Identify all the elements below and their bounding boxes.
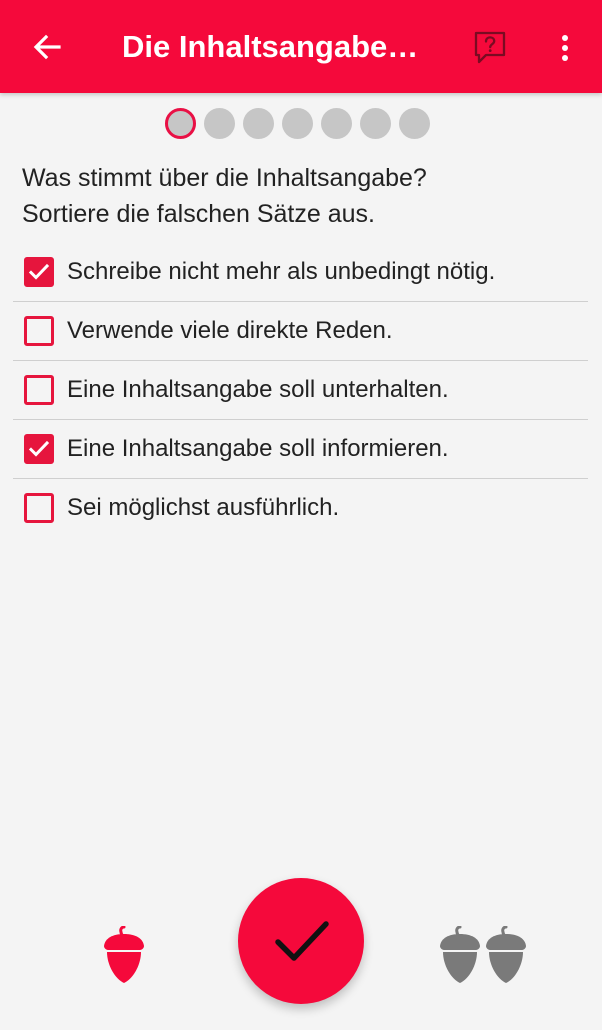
checkmark-icon <box>275 921 329 961</box>
answer-label: Sei möglichst ausführlich. <box>67 494 340 521</box>
question-feedback-icon <box>474 31 506 64</box>
answer-checkbox[interactable] <box>24 375 54 405</box>
answer-checkbox[interactable] <box>24 316 54 346</box>
question-text: Was stimmt über die Inhaltsangabe? Sorti… <box>22 160 582 232</box>
answer-options-list: Schreibe nicht mehr als unbedingt nötig.… <box>13 243 588 537</box>
progress-dot <box>243 108 274 139</box>
question-line: Was stimmt über die Inhaltsangabe? <box>22 164 427 192</box>
answer-option[interactable]: Verwende viele direkte Reden. <box>13 302 588 361</box>
answer-option[interactable]: Eine Inhaltsangabe soll informieren. <box>13 420 588 479</box>
answer-label: Verwende viele direkte Reden. <box>67 317 393 344</box>
answer-option[interactable]: Schreibe nicht mehr als unbedingt nötig. <box>13 243 588 302</box>
answer-checkbox[interactable] <box>24 257 54 287</box>
progress-dot <box>282 108 313 139</box>
progress-dot <box>321 108 352 139</box>
page-title: Die Inhaltsangabe… <box>122 29 419 64</box>
answer-checkbox[interactable] <box>24 493 54 523</box>
app-bar: Die Inhaltsangabe… <box>0 0 602 93</box>
check-icon <box>28 440 50 457</box>
answer-option[interactable]: Eine Inhaltsangabe soll unterhalten. <box>13 361 588 420</box>
answer-label: Eine Inhaltsangabe soll informieren. <box>67 435 449 462</box>
arrow-left-icon <box>33 34 61 60</box>
submit-answer-button[interactable] <box>238 878 364 1004</box>
progress-dot <box>360 108 391 139</box>
back-button[interactable] <box>18 18 76 76</box>
answer-checkbox[interactable] <box>24 434 54 464</box>
more-options-button[interactable] <box>542 20 588 76</box>
more-vertical-icon <box>562 35 568 61</box>
progress-indicator <box>165 108 430 139</box>
double-acorn-icon <box>438 925 528 984</box>
progress-dot-current <box>165 108 196 139</box>
check-icon <box>28 263 50 280</box>
answer-label: Schreibe nicht mehr als unbedingt nötig. <box>67 258 496 285</box>
answer-label: Eine Inhaltsangabe soll unterhalten. <box>67 376 449 403</box>
app-screen: Die Inhaltsangabe… Was stimmt über die I… <box>0 0 602 1030</box>
progress-dot <box>399 108 430 139</box>
report-question-button[interactable] <box>462 20 518 76</box>
acorn-icon <box>100 925 148 984</box>
answer-option[interactable]: Sei möglichst ausführlich. <box>13 479 588 537</box>
question-line: Sortiere die falschen Sätze aus. <box>22 200 375 228</box>
progress-dot <box>204 108 235 139</box>
